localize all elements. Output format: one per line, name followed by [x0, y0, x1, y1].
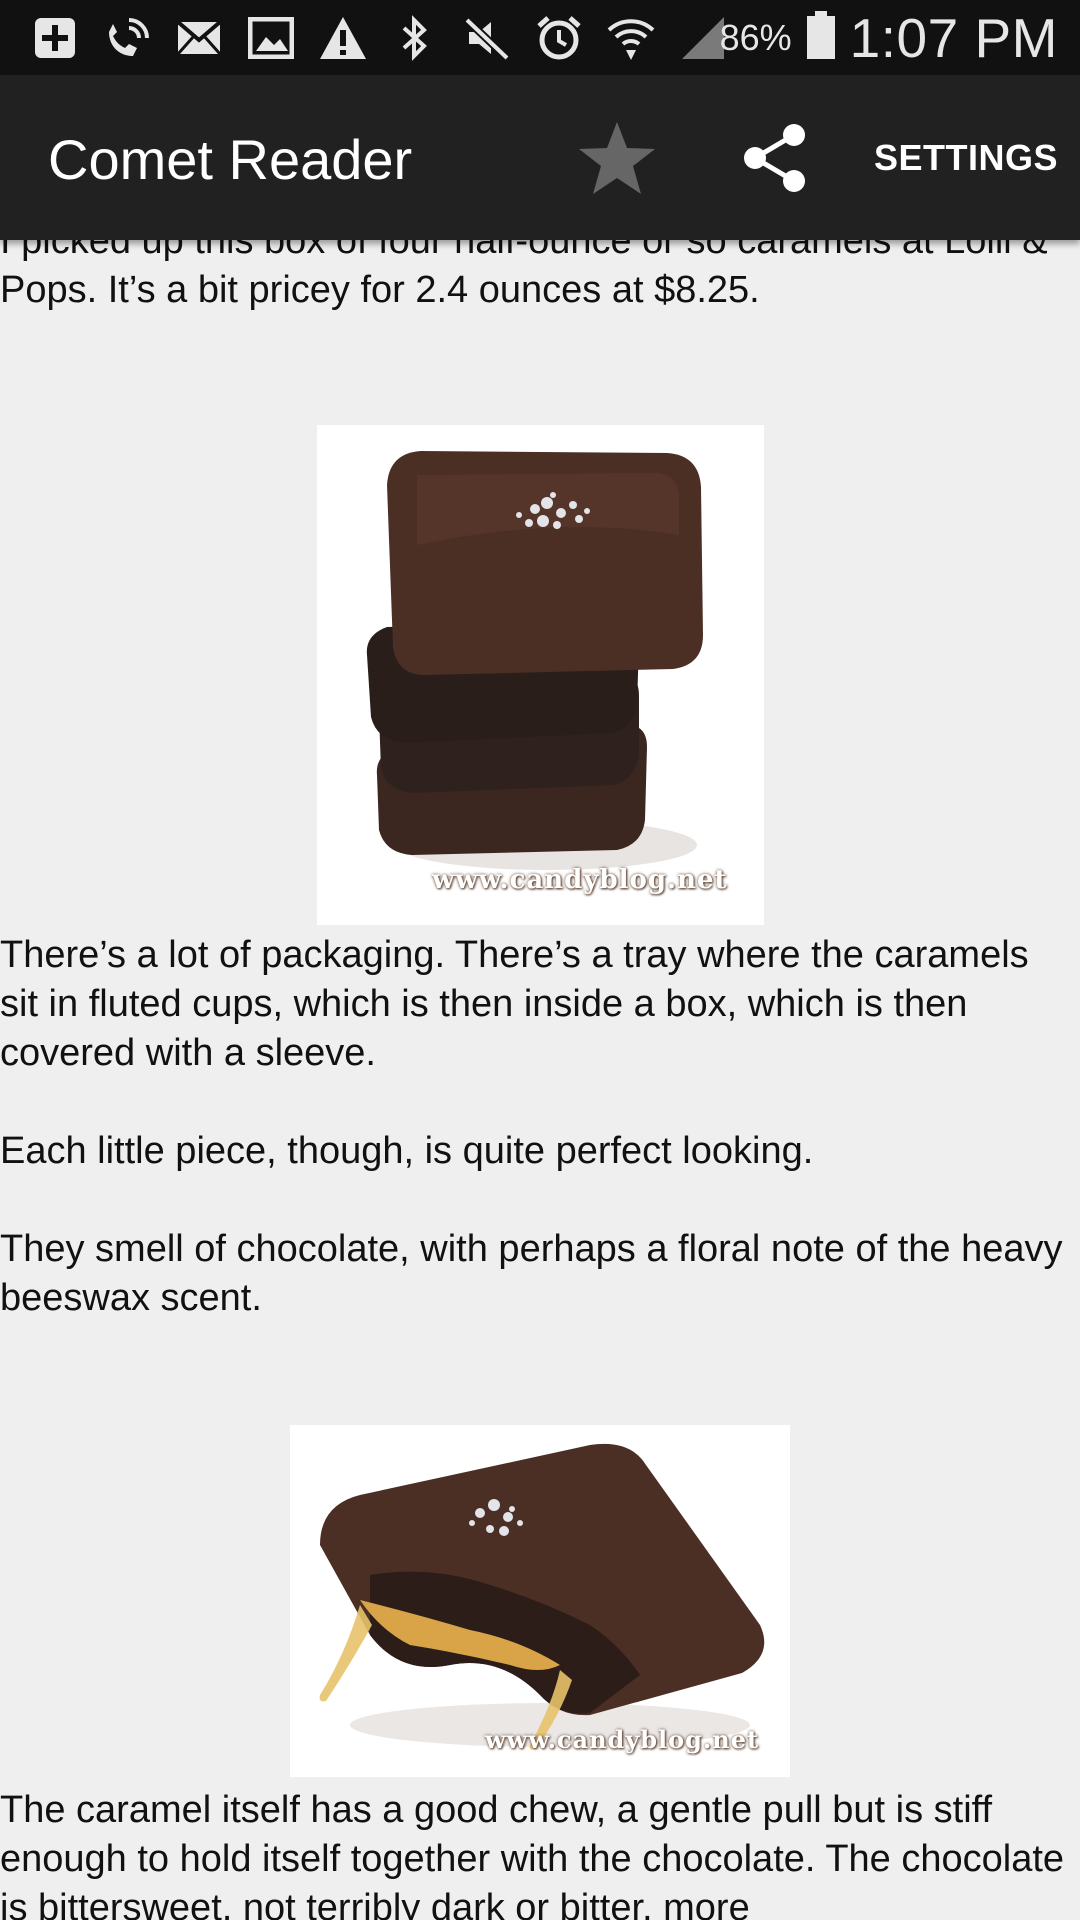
wifi-calling-icon — [102, 13, 152, 63]
bitten-caramel-image: www.candyblog.net — [290, 1425, 790, 1777]
status-bar: 86% 1:07 PM — [0, 0, 1080, 75]
wifi-icon — [606, 13, 656, 63]
battery-percent: 86% — [719, 16, 792, 58]
warning-icon — [318, 13, 368, 63]
article-paragraph: There’s a lot of packaging. There’s a tr… — [0, 934, 1029, 1074]
image-watermark: www.candyblog.net — [432, 865, 728, 895]
status-right: 86% 1:07 PM — [720, 0, 1058, 75]
caramel-stack-image: www.candyblog.net — [317, 425, 764, 925]
settings-button[interactable]: SETTINGS — [874, 137, 1058, 179]
clock: 1:07 PM — [849, 6, 1058, 69]
app-bar: Comet Reader SETTINGS — [0, 75, 1080, 240]
share-button[interactable] — [730, 113, 820, 203]
add-box-icon — [30, 13, 80, 63]
alarm-icon — [534, 13, 584, 63]
battery-icon — [806, 10, 836, 65]
image-watermark: www.candyblog.net — [485, 1725, 760, 1754]
share-icon — [744, 124, 805, 192]
mute-icon — [462, 13, 512, 63]
article-paragraph: The caramel itself has a good chew, a ge… — [0, 1789, 1065, 1920]
article-paragraph: They smell of chocolate, with perhaps a … — [0, 1228, 1063, 1319]
favorite-button[interactable] — [572, 113, 662, 203]
bluetooth-icon — [390, 13, 440, 63]
article-content[interactable]: I picked up this box of four half-ounce … — [0, 240, 1080, 1920]
image-icon — [246, 13, 296, 63]
app-title: Comet Reader — [48, 128, 413, 191]
article-paragraph: Each little piece, though, is quite perf… — [0, 1130, 814, 1172]
notification-icons — [30, 12, 728, 64]
star-icon — [579, 122, 655, 194]
article-paragraph: I picked up this box of four half-ounce … — [0, 240, 1048, 311]
mail-icon — [174, 13, 224, 63]
